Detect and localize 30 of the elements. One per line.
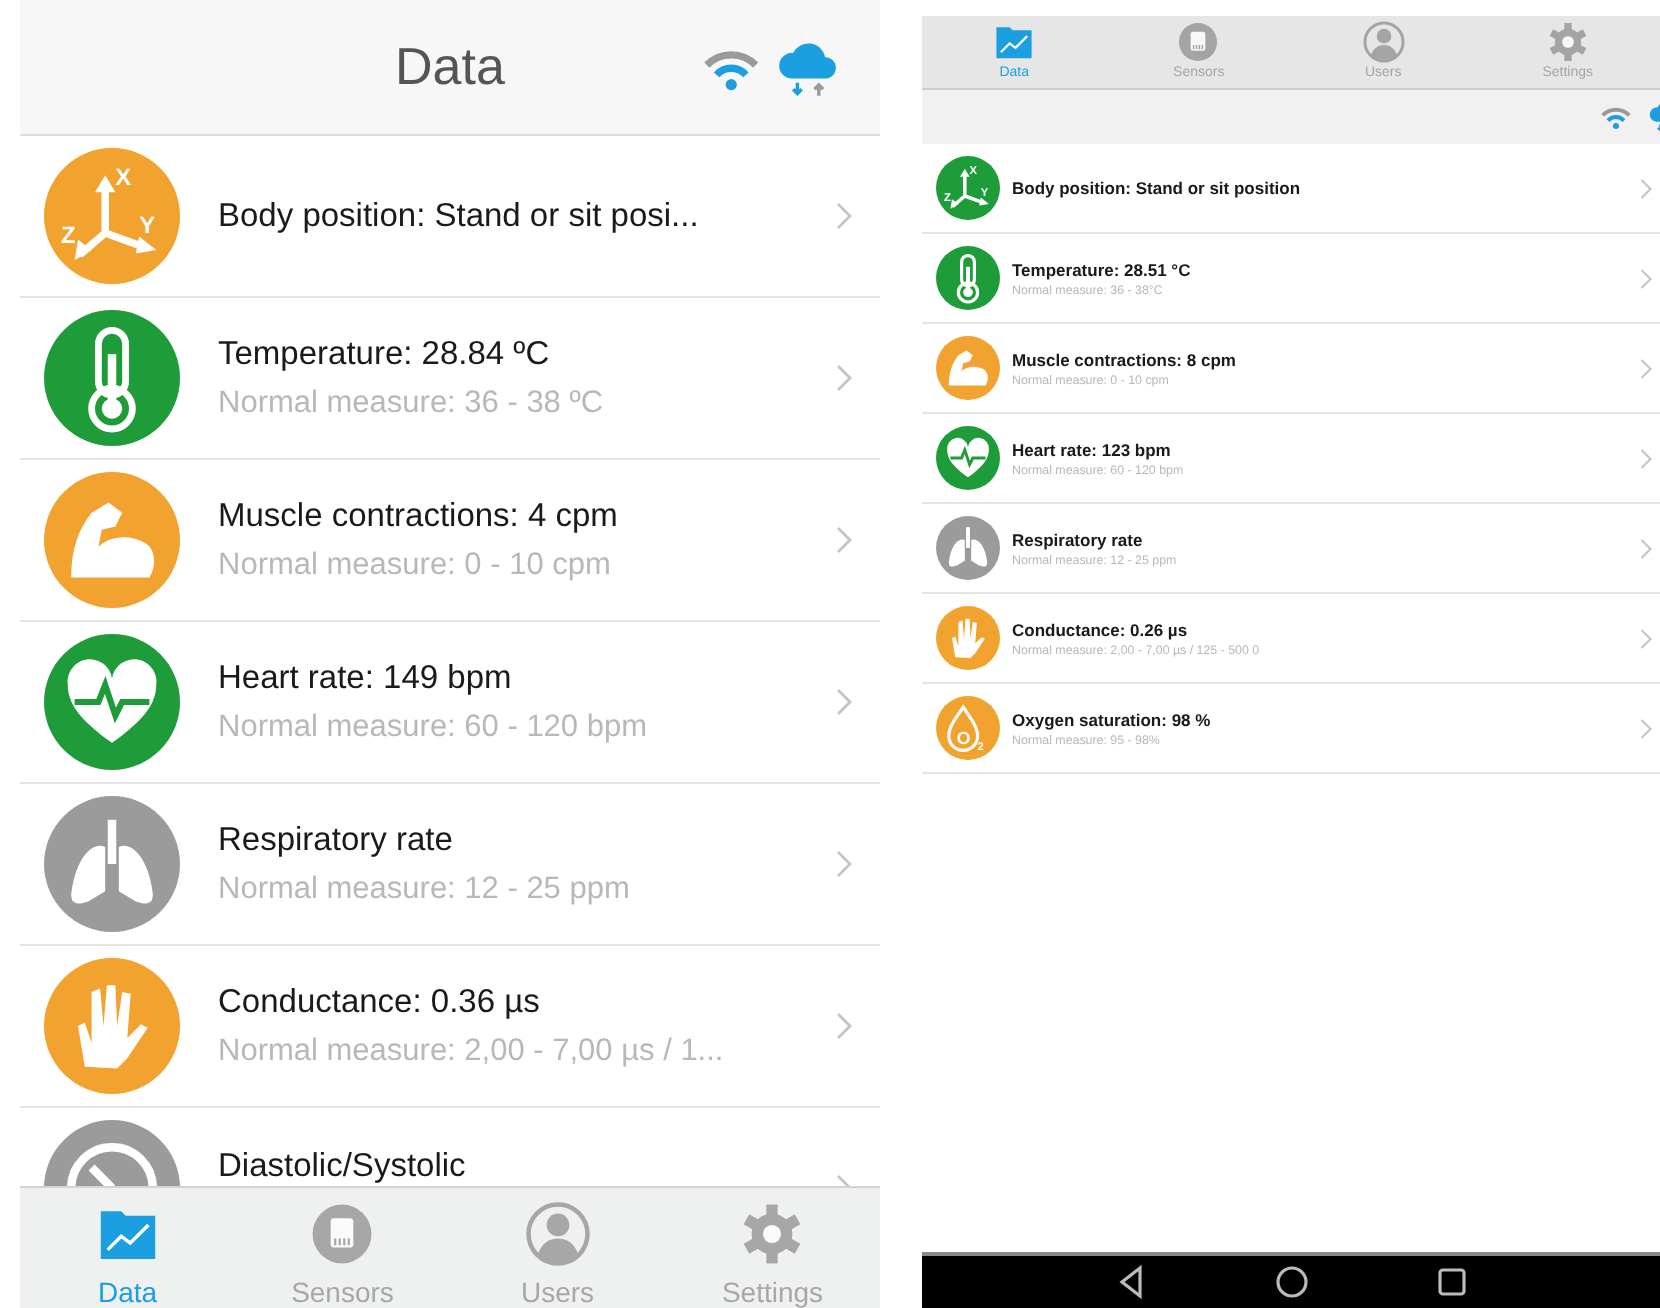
user-icon [1361,20,1406,64]
wifi-icon [701,48,760,92]
reading-title: Body position: Stand or sit position [1012,178,1303,198]
wifi-icon [1599,105,1632,129]
reading-title: Oxygen saturation: 98 % [1012,709,1213,729]
normal-range-text: Normal measure: 12 - 25 ppm [218,871,632,907]
normal-range-text: Normal measure: 2,00 - 7,00 µs / 1... [218,1033,726,1069]
user-icon [521,1200,594,1268]
reading-title: Conductance: 0.36 µs [218,983,542,1021]
reading-title: Muscle contractions: 8 cpm [1012,349,1238,369]
settings-icon [1545,20,1590,64]
reading-title: Respiratory rate [1012,529,1145,549]
reading-title: Heart rate: 149 bpm [218,659,514,697]
reading-title: Conductance: 0.26 µs [1012,619,1190,639]
reading-title: Heart rate: 123 bpm [1012,439,1173,459]
screen-title: Data [395,36,505,98]
axes-icon: X Z Y [44,148,180,284]
chip-icon [1176,20,1221,64]
reading-title: Diastolic/Systolic [218,1148,468,1186]
normal-range-text: Normal measure: 0 - 10 cpm [218,547,613,583]
reading-title: Muscle contractions: 4 cpm [218,497,620,535]
reading-title: Respiratory rate [218,821,455,859]
recents-icon[interactable] [1433,1264,1469,1300]
cloud-sync-icon [775,40,840,100]
normal-range-text: Normal measure: 36 - 38 ºC [218,385,606,421]
normal-range-text: Normal measure: 60 - 120 bpm [218,709,650,745]
reading-title: Body position: Stand or sit posi... [218,197,701,235]
home-icon[interactable] [1273,1264,1309,1300]
reading-title: Temperature: 28.51 °C [1012,259,1193,279]
reading-title: Temperature: 28.84 ºC [218,335,552,373]
